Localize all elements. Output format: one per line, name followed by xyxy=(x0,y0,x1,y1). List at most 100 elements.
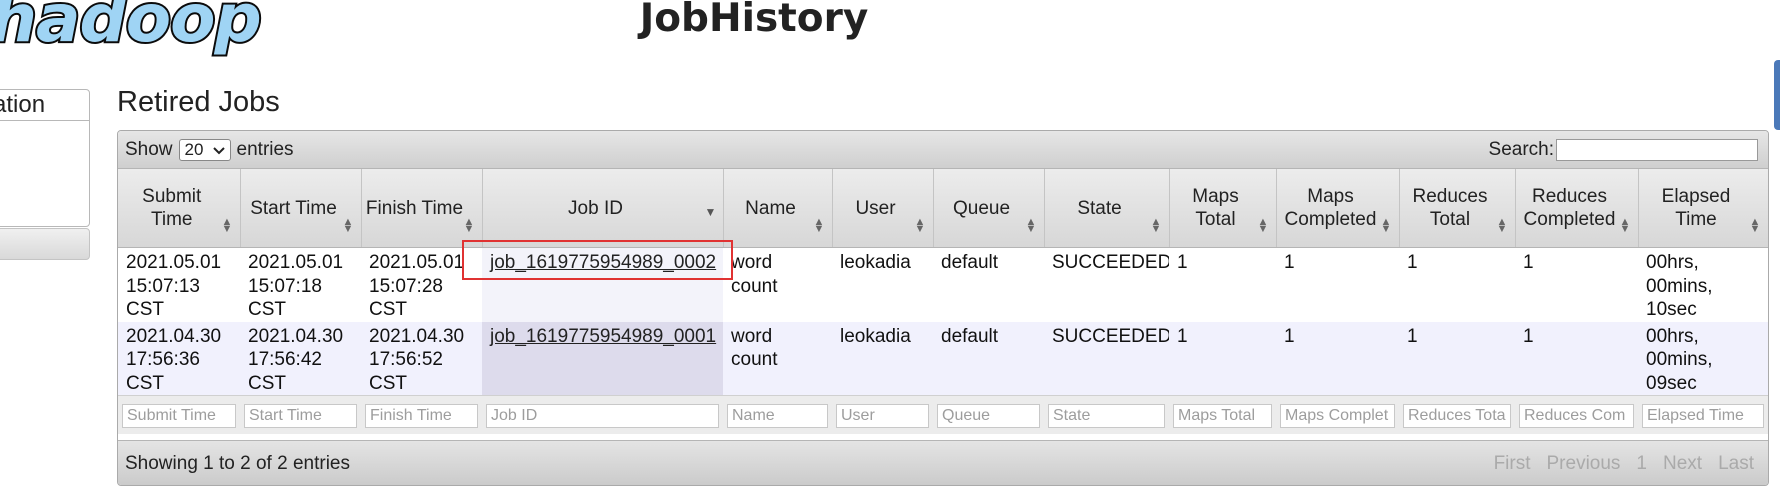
highlight-box xyxy=(462,240,733,280)
filter-cell xyxy=(1638,395,1768,434)
column-header-queue[interactable]: Queue ▲ ▼ xyxy=(933,169,1045,248)
column-header-label: State xyxy=(1077,197,1122,219)
cell-name: word count xyxy=(723,247,832,322)
column-header-reduces-completed[interactable]: Reduces Completed ▲ ▼ xyxy=(1515,169,1639,248)
cell-submit-time: 2021.04.30 17:56:36 CST xyxy=(118,321,240,396)
cell-maps-total: 1 xyxy=(1169,247,1276,322)
column-header-label: Submit xyxy=(142,186,202,207)
search-input[interactable] xyxy=(1556,139,1758,161)
filter-input-reduces-total[interactable] xyxy=(1403,403,1511,428)
column-header-elapsed-time[interactable]: Elapsed Time ▲ ▼ xyxy=(1638,169,1768,248)
cell-text-line: 2021.05.01 xyxy=(126,252,222,273)
column-header-label: Name xyxy=(745,197,796,219)
filter-input-job-id[interactable] xyxy=(486,403,719,428)
filter-input-maps-completed[interactable] xyxy=(1280,403,1395,428)
filter-input-submit-time[interactable] xyxy=(122,403,236,428)
cell-job-id: job_1619775954989_0001 xyxy=(482,321,723,396)
entries-label: entries xyxy=(236,139,294,160)
filter-cell xyxy=(118,395,240,434)
cell-text: 1 xyxy=(1177,252,1188,273)
previous-page-button[interactable]: Previous xyxy=(1539,451,1629,477)
column-header-label: Maps xyxy=(1307,186,1354,207)
table-row: 2021.04.30 17:56:36 CST 2021.04.30 17:56:42 C… xyxy=(118,321,1768,396)
filter-cell xyxy=(361,395,482,434)
column-header-submit-time[interactable]: Submit Time ▲ ▼ xyxy=(118,169,241,248)
filter-cell xyxy=(240,395,361,434)
filter-cell xyxy=(1044,395,1169,434)
filter-input-queue[interactable] xyxy=(937,403,1040,428)
cell-text-line: CST xyxy=(369,299,407,320)
cell-reduces-completed: 1 xyxy=(1515,321,1638,396)
filter-cell xyxy=(723,395,832,434)
cell-queue: default xyxy=(933,321,1044,396)
column-header-state[interactable]: State ▲ ▼ xyxy=(1044,169,1170,248)
cell-finish-time: 2021.04.30 17:56:52 CST xyxy=(361,321,482,396)
filter-cell xyxy=(1515,395,1638,434)
filter-cell xyxy=(1399,395,1515,434)
cell-text-line: count xyxy=(731,275,778,297)
side-panel-edge[interactable] xyxy=(1774,60,1780,130)
job-id-link[interactable]: job_1619775954989_0001 xyxy=(490,326,716,347)
column-header-label: Queue xyxy=(952,197,1011,219)
column-header-start-time[interactable]: Start Time ▲ ▼ xyxy=(240,169,362,248)
filter-input-user[interactable] xyxy=(836,403,929,428)
column-header-label: Reduces xyxy=(1412,186,1488,207)
column-header-user[interactable]: User ▲ ▼ xyxy=(832,169,934,248)
cell-text: 1 xyxy=(1407,325,1418,347)
cell-text-line: CST xyxy=(248,372,286,394)
column-header-job-id[interactable]: Job ID ▼ xyxy=(482,169,724,248)
filter-cell xyxy=(482,395,723,434)
cell-text: leokadia xyxy=(840,325,911,347)
first-page-button[interactable]: First xyxy=(1486,451,1539,477)
sort-icon: ▲ ▼ xyxy=(221,216,233,235)
cell-text-line: count xyxy=(731,349,778,370)
column-header-label: Completed xyxy=(1523,209,1616,230)
column-header-maps-completed[interactable]: Maps Completed ▲ ▼ xyxy=(1276,169,1400,248)
cell-text-line: 10sec xyxy=(1646,299,1697,320)
cell-submit-time: 2021.05.01 15:07:13 CST xyxy=(118,247,240,322)
sort-icon: ▲ ▼ xyxy=(1619,216,1631,235)
filter-input-name[interactable] xyxy=(727,403,828,428)
filter-input-maps-total[interactable] xyxy=(1173,403,1272,428)
cell-start-time: 2021.05.01 15:07:18 CST xyxy=(240,247,361,322)
search-control: Search: xyxy=(1489,139,1758,161)
table-info: Showing 1 to 2 of 2 entries xyxy=(125,453,350,474)
column-header-label: Completed xyxy=(1284,209,1377,230)
column-header-finish-time[interactable]: Finish Time ▲ ▼ xyxy=(361,169,483,248)
column-header-maps-total[interactable]: Maps Total ▲ ▼ xyxy=(1169,169,1277,248)
cell-text: 1 xyxy=(1523,325,1534,347)
cell-maps-total: 1 xyxy=(1169,321,1276,396)
last-page-button[interactable]: Last xyxy=(1710,451,1762,477)
cell-text-line: 17:56:42 xyxy=(248,349,322,370)
column-header-label: Start Time xyxy=(250,197,337,219)
column-header-reduces-total[interactable]: Reduces Total ▲ ▼ xyxy=(1399,169,1516,248)
filter-input-reduces-completed[interactable] xyxy=(1519,403,1634,428)
sort-icon: ▲ ▼ xyxy=(813,216,825,235)
column-header-label: Time xyxy=(150,209,193,230)
page-length-select[interactable]: 20 xyxy=(178,139,231,161)
cell-text: default xyxy=(941,325,999,347)
filter-input-state[interactable] xyxy=(1048,403,1165,428)
cell-reduces-completed: 1 xyxy=(1515,247,1638,322)
jobs-table-wrapper: Show 20 entries Search: Submit Time ▲ ▼ Star… xyxy=(117,130,1769,486)
filter-input-elapsed-time[interactable] xyxy=(1642,403,1764,428)
cell-text-line: 2021.04.30 xyxy=(248,325,344,347)
next-page-button[interactable]: Next xyxy=(1655,451,1710,477)
nav-section-header[interactable]: ation xyxy=(0,90,89,121)
filter-cell xyxy=(832,395,933,434)
cell-text-line: word xyxy=(731,325,773,347)
sort-icon: ▲ ▼ xyxy=(342,216,354,235)
page-1-button[interactable]: 1 xyxy=(1628,451,1655,477)
cell-text-line: 2021.05.01 xyxy=(248,252,344,273)
sort-icon: ▲ ▼ xyxy=(463,216,475,235)
cell-text-line: 15:07:13 xyxy=(126,275,200,297)
filter-input-start-time[interactable] xyxy=(244,403,357,428)
cell-text: 1 xyxy=(1284,252,1295,273)
cell-elapsed-time: 00hrs, 00mins, 09sec xyxy=(1638,321,1768,396)
column-header-label: Total xyxy=(1195,209,1236,230)
table-header-row: Submit Time ▲ ▼ Start Time ▲ ▼ Finish Time ▲ ▼ Job… xyxy=(118,169,1768,248)
filter-input-finish-time[interactable] xyxy=(365,403,478,428)
column-header-name[interactable]: Name ▲ ▼ xyxy=(723,169,833,248)
cell-reduces-total: 1 xyxy=(1399,321,1515,396)
nav-section-collapsed[interactable] xyxy=(0,228,90,260)
